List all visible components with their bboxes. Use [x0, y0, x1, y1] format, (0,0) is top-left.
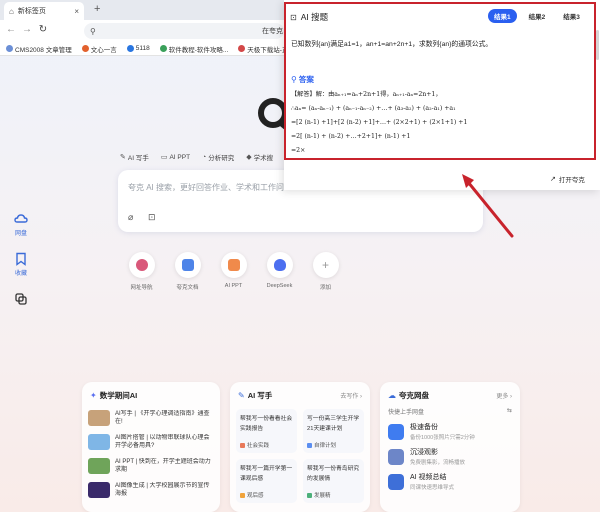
annotation-arrow — [462, 174, 514, 238]
arrow-shaft — [466, 180, 514, 238]
